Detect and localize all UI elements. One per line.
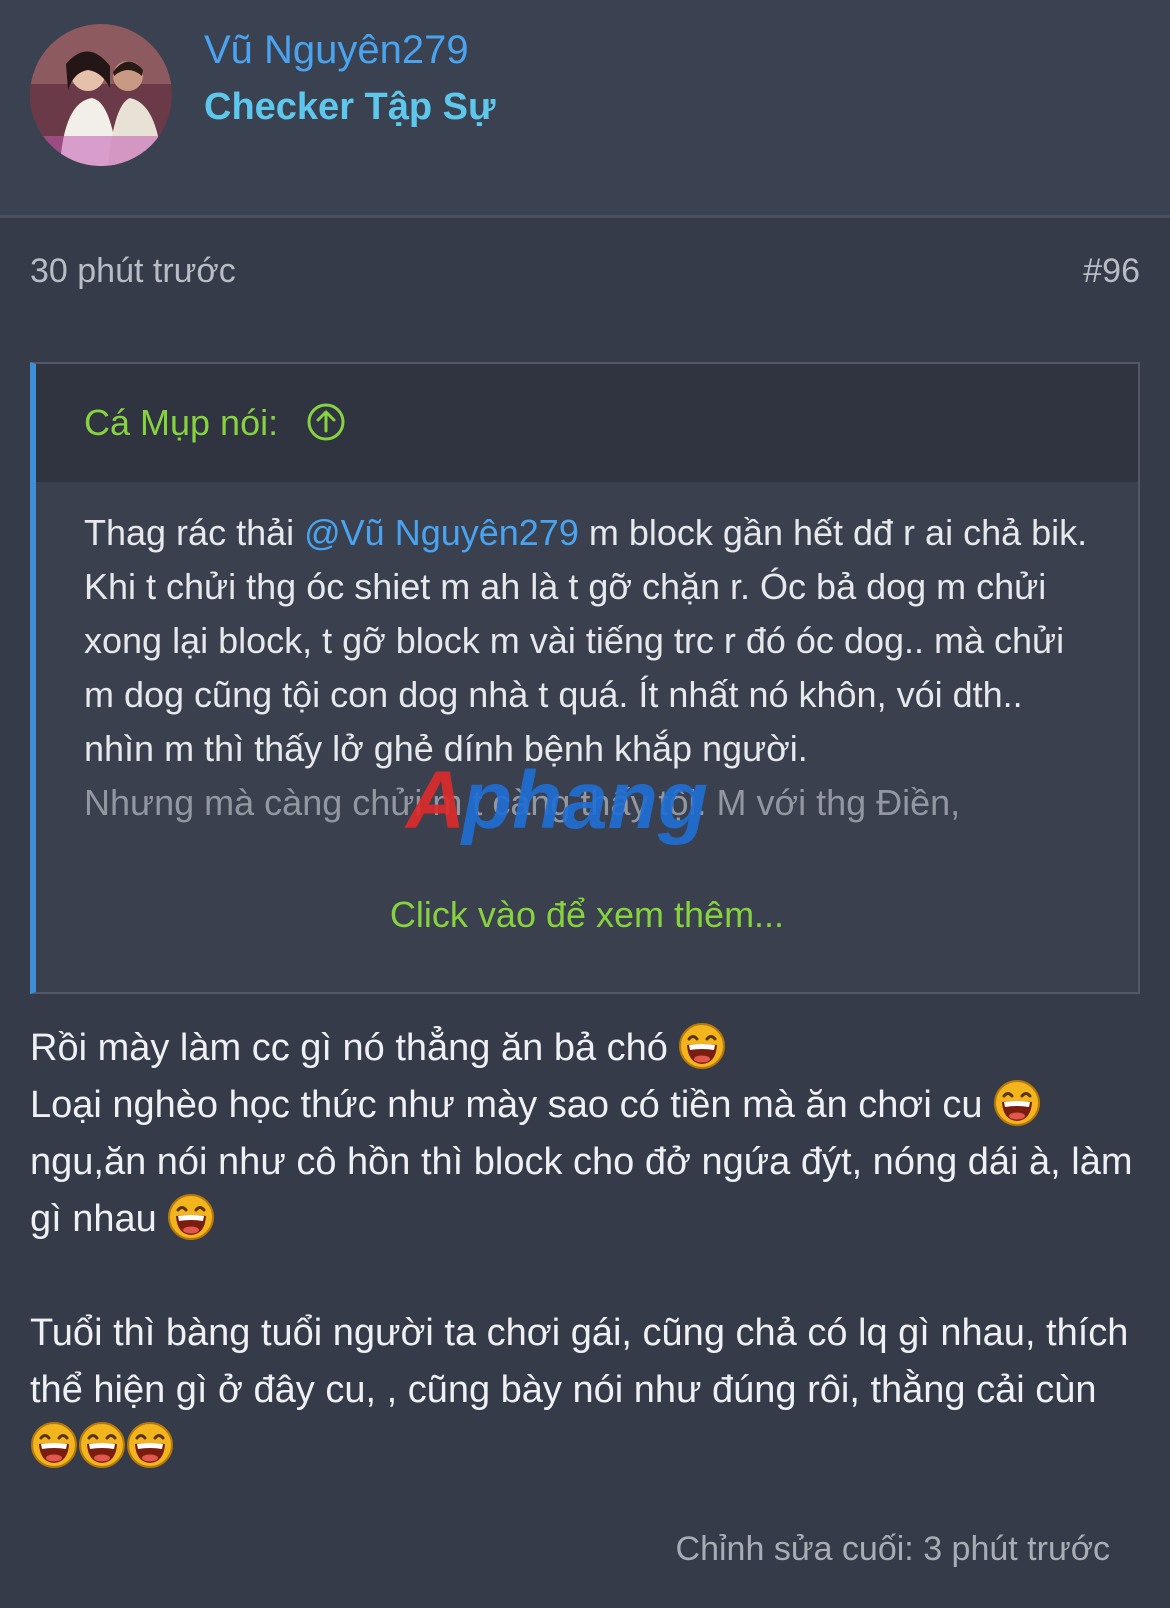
laughing-emoji-icon: [167, 1193, 215, 1241]
quote-block: Cá Mụp nói: Thag rác thải @Vũ Nguyên279 …: [30, 362, 1140, 994]
quote-author[interactable]: Cá Mụp nói:: [84, 402, 278, 444]
message-line: Tuổi thì bàng tuổi người ta chơi gái, cũ…: [30, 1305, 1150, 1476]
laughing-emoji-icon: [78, 1421, 126, 1469]
laughing-emoji-icon: [126, 1421, 174, 1469]
arrow-up-circle-icon[interactable]: [306, 402, 346, 442]
watermark-logo: A phang: [404, 760, 708, 846]
laughing-emoji-icon: [678, 1022, 726, 1070]
post-time[interactable]: 30 phút trước: [30, 252, 236, 291]
message-text-2: Loại nghèo học thức như mày sao có tiền …: [30, 1084, 983, 1126]
message-line: Rồi mày làm cc gì nó thẳng ăn bả chó: [30, 1020, 1150, 1077]
post-message: Rồi mày làm cc gì nó thẳng ăn bả chó Loạ…: [30, 1020, 1150, 1476]
last-edited: Chỉnh sửa cuối: 3 phút trước: [675, 1530, 1110, 1568]
message-text-4: Tuổi thì bàng tuổi người ta chơi gái, cũ…: [30, 1312, 1129, 1411]
user-header: Vũ Nguyên279 Checker Tập Sự: [0, 0, 1170, 218]
watermark-text-right: phang: [460, 760, 708, 846]
laughing-emoji-icon: [993, 1079, 1041, 1127]
message-text-1: Rồi mày làm cc gì nó thẳng ăn bả chó: [30, 1027, 668, 1069]
quote-text-start: Thag rác thải: [84, 512, 305, 553]
quote-header: Cá Mụp nói:: [36, 364, 1138, 482]
laughing-emoji-icon: [30, 1421, 78, 1469]
watermark-text-left: A: [404, 760, 465, 846]
username[interactable]: Vũ Nguyên279: [204, 28, 469, 73]
user-mention[interactable]: @Vũ Nguyên279: [304, 512, 579, 553]
read-more-link[interactable]: Click vào để xem thêm...: [36, 894, 1138, 936]
post-meta: 30 phút trước #96: [30, 252, 1140, 296]
avatar[interactable]: [30, 24, 172, 166]
user-title: Checker Tập Sự: [204, 86, 496, 128]
post-number[interactable]: #96: [1083, 252, 1140, 291]
quote-text: Thag rác thải @Vũ Nguyên279 m block gần …: [84, 506, 1094, 776]
message-line: Loại nghèo học thức như mày sao có tiền …: [30, 1077, 1150, 1248]
